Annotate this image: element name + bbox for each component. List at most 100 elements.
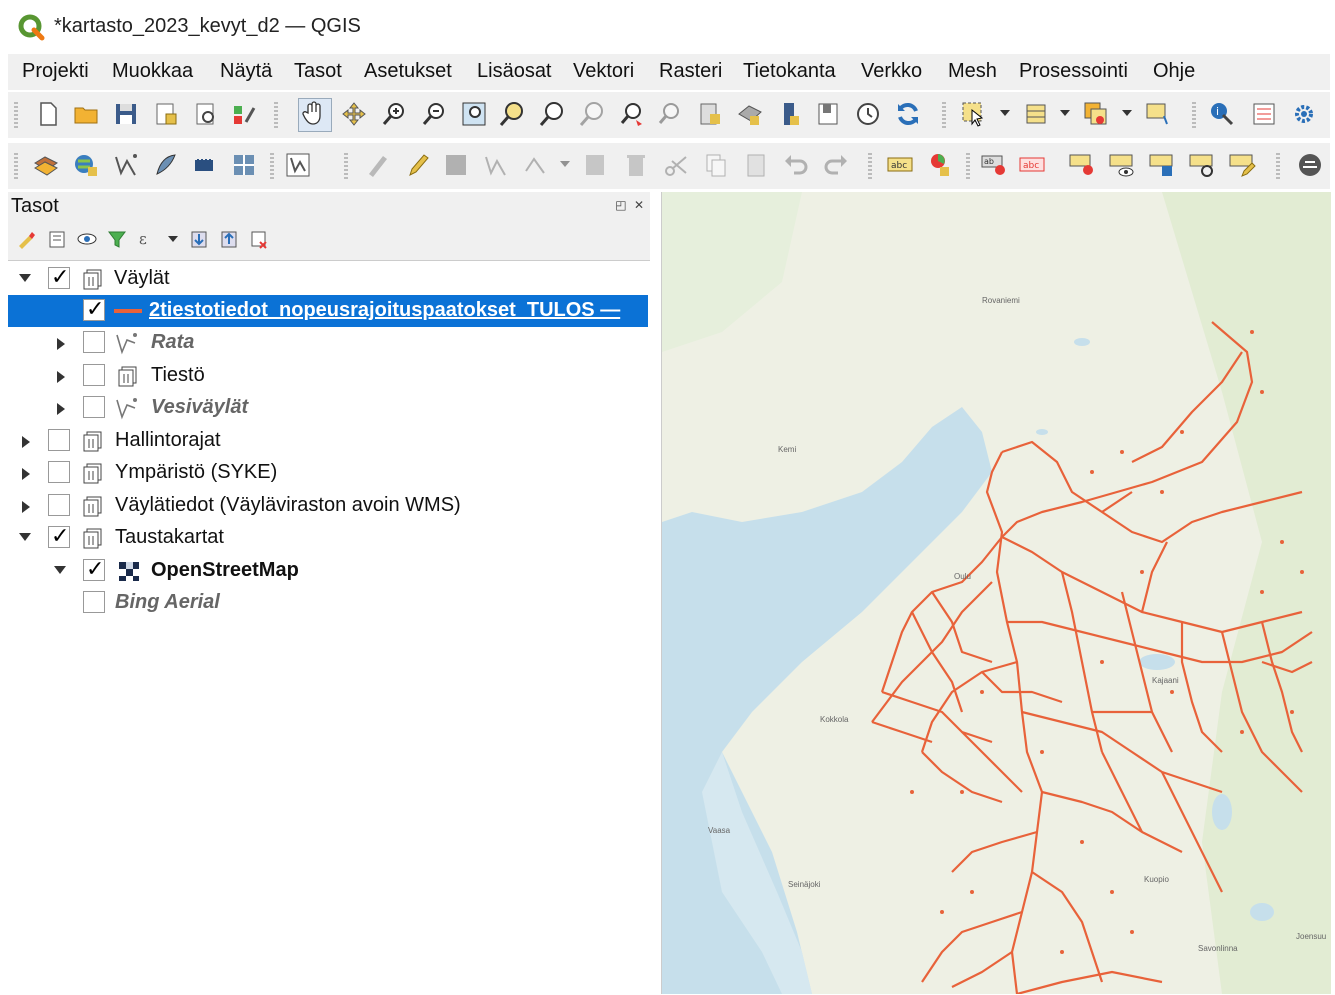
zoom-full-icon[interactable]	[460, 100, 488, 128]
deselect-icon[interactable]	[1144, 100, 1172, 128]
menu-ohje[interactable]: Ohje	[1153, 60, 1195, 83]
diagram-icon[interactable]	[926, 151, 954, 179]
layer-checkbox[interactable]	[48, 494, 70, 516]
menu-projekti[interactable]: Projekti	[22, 60, 89, 83]
vertex-tool-icon[interactable]	[522, 151, 550, 179]
layer-row-tiesto[interactable]: Tiestö	[8, 360, 648, 392]
add-spatialite-icon[interactable]	[152, 151, 180, 179]
menu-lisaosat[interactable]: Lisäosat	[477, 60, 552, 83]
layer-checkbox[interactable]	[83, 364, 105, 386]
refresh-icon[interactable]	[894, 100, 922, 128]
collapse-arrow-icon[interactable]	[54, 566, 66, 574]
save-edits-icon[interactable]	[442, 151, 470, 179]
open-project-icon[interactable]	[72, 100, 100, 128]
menu-mesh[interactable]: Mesh	[948, 60, 997, 83]
vertex-dropdown-arrow[interactable]	[560, 161, 570, 167]
attribute-table-icon[interactable]	[1022, 100, 1050, 128]
temporal-toggle-icon[interactable]	[776, 100, 804, 128]
label-edit-icon[interactable]	[1228, 151, 1256, 179]
select-dropdown-arrow[interactable]	[1000, 110, 1010, 116]
remove-icon[interactable]	[248, 228, 270, 250]
expand-icon[interactable]	[188, 228, 210, 250]
zoom-out-icon[interactable]	[420, 100, 448, 128]
menu-tietokanta[interactable]: Tietokanta	[743, 60, 836, 83]
statistics-icon[interactable]	[1250, 100, 1278, 128]
map-canvas[interactable]: Rovaniemi Kemi Oulu Kokkola Vaasa Seinäj…	[661, 192, 1331, 994]
map-svg[interactable]	[662, 192, 1331, 994]
expand-arrow-icon[interactable]	[57, 403, 65, 415]
pin-label-icon[interactable]: ab	[980, 151, 1008, 179]
identify-icon[interactable]: i	[1208, 100, 1236, 128]
undo-icon[interactable]	[782, 151, 810, 179]
add-wms-icon[interactable]	[72, 151, 100, 179]
save-project-icon[interactable]	[112, 100, 140, 128]
panel-window-buttons[interactable]: ◰ ✕	[615, 198, 646, 212]
layer-row-vaylat[interactable]: Väylät	[8, 263, 648, 295]
field-calculator-icon[interactable]	[1082, 100, 1110, 128]
expression-dropdown-arrow[interactable]	[168, 236, 178, 242]
menu-muokkaa[interactable]: Muokkaa	[112, 60, 193, 83]
map-view-icon[interactable]	[814, 100, 842, 128]
copy-icon[interactable]	[702, 151, 730, 179]
edit-pencil-icon[interactable]	[404, 151, 432, 179]
digitize-icon[interactable]	[364, 151, 392, 179]
layer-checkbox[interactable]	[83, 557, 105, 582]
expand-arrow-icon[interactable]	[57, 338, 65, 350]
menu-verkko[interactable]: Verkko	[861, 60, 922, 83]
layer-row-nopeusrajoitukset[interactable]: 2tiestotiedot_nopeusrajoituspaatokset_TU…	[8, 295, 648, 327]
menu-rasteri[interactable]: Rasteri	[659, 60, 722, 83]
collapse-arrow-icon[interactable]	[19, 533, 31, 541]
add-raster-icon[interactable]	[230, 151, 258, 179]
menu-vektori[interactable]: Vektori	[573, 60, 634, 83]
layer-row-vaylatiedot[interactable]: Väylätiedot (Väyläviraston avoin WMS)	[8, 490, 648, 522]
add-feature-icon[interactable]	[482, 151, 510, 179]
map-tips-icon[interactable]	[1296, 151, 1324, 179]
zoom-next-icon[interactable]	[656, 100, 684, 128]
style-manager-icon[interactable]	[230, 100, 258, 128]
expand-arrow-icon[interactable]	[22, 468, 30, 480]
add-postgis-icon[interactable]	[192, 151, 220, 179]
select-features-icon[interactable]	[960, 100, 988, 128]
paste-icon[interactable]	[742, 151, 770, 179]
layer-checkbox[interactable]	[83, 297, 105, 322]
new-bookmark-icon[interactable]	[696, 100, 724, 128]
data-source-manager-icon[interactable]	[32, 151, 60, 179]
visibility-icon[interactable]	[76, 228, 98, 250]
zoom-last-icon[interactable]	[618, 100, 646, 128]
move-label-icon[interactable]	[1068, 151, 1096, 179]
pan-to-selection-icon[interactable]	[340, 100, 368, 128]
new-project-icon[interactable]	[34, 100, 62, 128]
label-icon[interactable]: abc	[886, 151, 914, 179]
expression-icon[interactable]: ε	[136, 228, 158, 250]
zoom-in-icon[interactable]	[380, 100, 408, 128]
style-icon[interactable]	[16, 228, 38, 250]
layer-row-taustakartat[interactable]: Taustakartat	[8, 522, 648, 554]
layer-row-openstreetmap[interactable]: OpenStreetMap	[8, 555, 648, 587]
layer-checkbox[interactable]	[48, 265, 70, 290]
zoom-native-icon[interactable]	[578, 100, 606, 128]
add-vector-icon[interactable]	[112, 151, 140, 179]
layer-checkbox[interactable]	[48, 461, 70, 483]
layer-row-ymparisto[interactable]: Ympäristö (SYKE)	[8, 457, 648, 489]
layer-checkbox[interactable]	[48, 524, 70, 549]
expand-arrow-icon[interactable]	[57, 371, 65, 383]
print-layout-icon[interactable]	[152, 100, 180, 128]
redo-icon[interactable]	[822, 151, 850, 179]
pan-icon[interactable]	[298, 98, 332, 132]
layer-row-hallintorajat[interactable]: Hallintorajat	[8, 425, 648, 457]
layer-checkbox[interactable]	[48, 429, 70, 451]
expand-arrow-icon[interactable]	[22, 501, 30, 513]
layer-row-rata[interactable]: Rata	[8, 327, 648, 359]
menu-nayta[interactable]: Näytä	[220, 60, 272, 83]
layer-row-vesivaylat[interactable]: Vesiväylät	[8, 392, 648, 424]
menu-prosessointi[interactable]: Prosessointi	[1019, 60, 1128, 83]
collapse-icon[interactable]	[218, 228, 240, 250]
zoom-to-selection-icon[interactable]	[498, 100, 526, 128]
filter-icon[interactable]	[106, 228, 128, 250]
layer-row-bing-aerial[interactable]: Bing Aerial	[8, 587, 648, 619]
layer-checkbox[interactable]	[83, 396, 105, 418]
show-bookmarks-icon[interactable]	[736, 100, 764, 128]
modify-attributes-icon[interactable]	[582, 151, 610, 179]
collapse-arrow-icon[interactable]	[19, 274, 31, 282]
rotate-label-icon[interactable]	[1148, 151, 1176, 179]
